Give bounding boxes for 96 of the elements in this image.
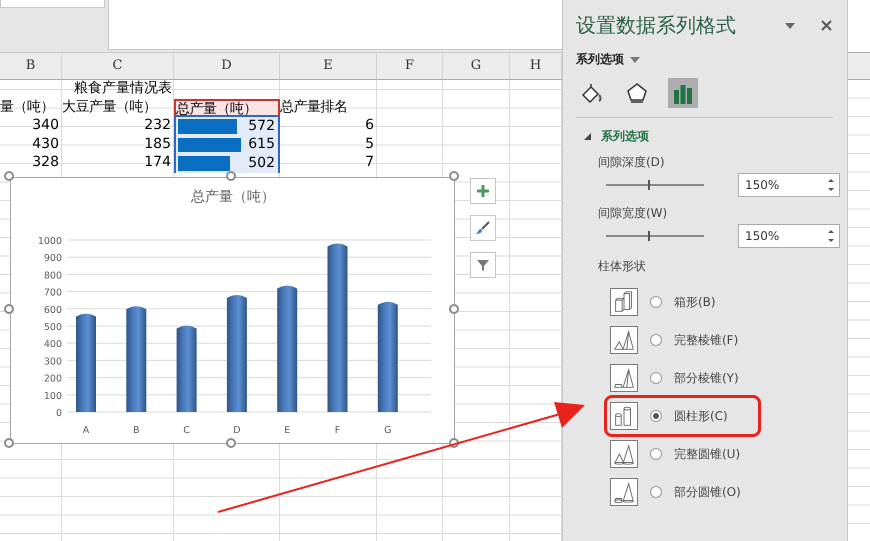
table-cell-text: 232	[143, 117, 172, 135]
axis-label: F	[334, 425, 340, 436]
spin-field[interactable]: 150%	[738, 173, 840, 197]
axis-label: 900	[44, 253, 62, 264]
column-header[interactable]: E	[280, 53, 377, 80]
table-cell-text: 174	[143, 154, 172, 172]
axis-label: 0	[56, 408, 62, 419]
column-header[interactable]: B	[0, 53, 62, 80]
filter-icon	[475, 257, 491, 273]
header-cell-text: 大豆产量（吨）	[62, 98, 158, 116]
options-menu[interactable]: 系列选项	[576, 51, 640, 68]
axis-label: B	[133, 425, 140, 436]
axis-label: E	[284, 425, 290, 436]
axis-label: C	[183, 425, 190, 436]
plus-icon	[475, 183, 491, 199]
column-header[interactable]: H	[510, 53, 562, 80]
table-cell-text: 328	[31, 154, 60, 172]
axis-label: 100	[44, 390, 62, 402]
slider-thumb[interactable]	[648, 180, 650, 190]
slider-thumb[interactable]	[648, 231, 650, 241]
axis-label: 800	[44, 270, 62, 282]
section-header[interactable]: 系列选项	[576, 127, 655, 146]
axis-label: 200	[44, 374, 62, 385]
table-cell-text: 615	[248, 136, 276, 154]
option-label[interactable]: 圆柱形(C)	[674, 408, 728, 424]
axis-label: D	[233, 425, 241, 436]
column-header[interactable]: G	[443, 53, 510, 80]
column-header[interactable]: D	[174, 53, 280, 80]
option-label[interactable]: 箱形(B)	[674, 294, 716, 310]
resize-handle[interactable]	[449, 171, 459, 181]
table-cell-text: 6	[364, 117, 375, 135]
resize-handle[interactable]	[226, 438, 236, 448]
partial-cone-shape-icon	[610, 478, 638, 506]
axis-label: G	[384, 425, 392, 436]
chart-brush-button[interactable]	[470, 215, 496, 241]
radio-button[interactable]	[650, 296, 662, 308]
column-header[interactable]	[848, 53, 870, 80]
table-cell-text: 185	[143, 136, 172, 154]
table-cell-text: 7	[364, 154, 375, 172]
axis-label: A	[82, 425, 90, 436]
box-shape-icon	[610, 288, 638, 316]
chart-area[interactable]: 总产量（吨） 0 100 200 300 400 500 600 700 800 900 1000 A B C D E F G	[10, 177, 455, 444]
chart-filter-button[interactable]	[470, 252, 496, 278]
resize-handle[interactable]	[4, 304, 14, 314]
axis-label: 1000	[38, 236, 62, 247]
setting-label: 间隙深度(D)	[598, 154, 665, 171]
brush-icon	[475, 220, 491, 236]
paint-bucket-icon	[580, 82, 602, 104]
radio-button[interactable]	[650, 486, 662, 498]
group-label: 柱体形状	[598, 258, 646, 275]
caret-icon	[630, 56, 640, 62]
option-label[interactable]: 完整棱锥(F)	[674, 332, 738, 348]
axis-label: 600	[44, 304, 62, 316]
table-cell-text: 572	[248, 118, 276, 135]
resize-handle[interactable]	[4, 171, 14, 181]
resize-handle[interactable]	[449, 304, 459, 314]
chart-plus-button[interactable]	[470, 178, 496, 204]
spin-arrows-icon[interactable]	[828, 178, 834, 192]
table-cell-text: 5	[364, 136, 375, 154]
table-cell-text: 340	[31, 117, 60, 135]
header-cell-text: 量（吨）	[0, 98, 55, 116]
formula-bar[interactable]	[108, 0, 562, 50]
pane-title: 设置数据系列格式	[576, 12, 737, 39]
option-label[interactable]: 完整圆锥(U)	[674, 446, 740, 462]
expanded-triangle-icon	[584, 133, 591, 140]
pentagon-icon	[626, 82, 648, 104]
option-label[interactable]: 部分棱锥(Y)	[674, 370, 739, 386]
close-icon	[821, 20, 832, 31]
name-box[interactable]	[0, 0, 105, 8]
cylinder-shape-icon	[610, 402, 638, 430]
table-title: 粮食产量情况表	[73, 80, 173, 98]
header-cell: 总产量（吨）	[174, 98, 280, 117]
axis-label: 500	[44, 322, 62, 333]
partial-pyramid-shape-icon	[610, 364, 638, 392]
radio-button[interactable]	[650, 410, 662, 422]
axis-label: 300	[44, 356, 62, 368]
radio-button[interactable]	[650, 334, 662, 346]
chart-title: 总产量（吨）	[191, 189, 275, 205]
spin-field[interactable]: 150%	[738, 224, 840, 248]
setting-label: 间隙宽度(W)	[598, 205, 668, 222]
radio-button[interactable]	[650, 448, 662, 460]
table-cell-text: 430	[31, 136, 60, 154]
pyramid-shape-icon	[610, 326, 638, 354]
table-cell-text: 502	[248, 154, 276, 172]
column-header[interactable]: C	[62, 53, 174, 80]
axis-label: 700	[44, 288, 62, 299]
cone-shape-icon	[610, 440, 638, 468]
bar-chart-icon	[672, 82, 694, 104]
column-header[interactable]: F	[377, 53, 443, 80]
option-label[interactable]: 部分圆锥(O)	[674, 484, 741, 500]
resize-handle[interactable]	[4, 438, 14, 448]
radio-button[interactable]	[650, 372, 662, 384]
header-cell-text: 总产量排名	[280, 98, 348, 116]
spin-arrows-icon[interactable]	[828, 229, 834, 243]
axis-label: 400	[44, 339, 62, 350]
caret-icon	[785, 22, 795, 28]
